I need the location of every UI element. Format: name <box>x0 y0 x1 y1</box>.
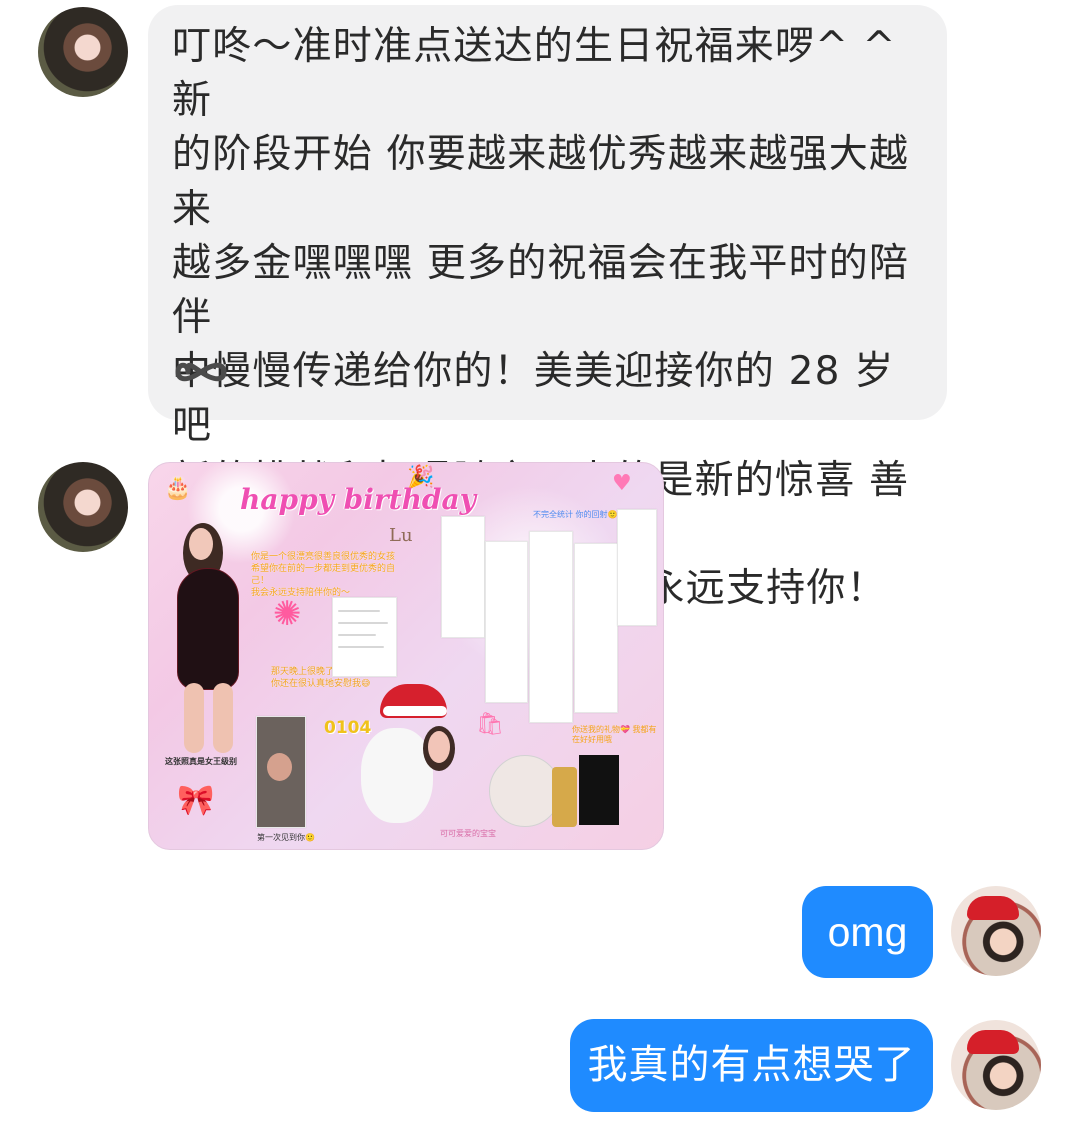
my-avatar-top[interactable] <box>951 886 1041 976</box>
heart-wings-icon: ♥ <box>612 471 632 496</box>
outgoing-message-cry[interactable]: 我真的有点想哭了 <box>570 1019 933 1112</box>
friend-avatar-bottom[interactable] <box>38 462 128 552</box>
birthday-image-card[interactable]: 🎂 🎉 ♥ happy birthday Lu 你是一个很漂亮很善良很优秀的女孩… <box>148 462 664 850</box>
outgoing-message-text: 我真的有点想哭了 <box>587 1042 916 1088</box>
first-meet-photo <box>256 716 306 828</box>
my-avatar-bottom[interactable] <box>951 1020 1041 1110</box>
santa-dog-photo <box>356 684 466 849</box>
card-name: Lu <box>389 525 413 546</box>
outgoing-message-omg[interactable]: omg <box>802 886 933 978</box>
left-photo-caption: 这张照真是女王级别 <box>165 757 237 766</box>
fireworks-icon: ✺ <box>273 594 302 634</box>
first-meet-caption: 第一次见到你🙂 <box>257 833 315 842</box>
chat-screenshot-small <box>332 597 397 677</box>
infinity-icon <box>175 362 227 382</box>
santa-hat-icon <box>967 1030 1019 1054</box>
outgoing-message-text: omg <box>827 909 908 955</box>
model-photo <box>149 523 261 753</box>
cake-icon: 🎂 <box>164 476 192 501</box>
santa-hat-icon <box>967 896 1019 920</box>
greeting-note: 你是一个很漂亮很善良很优秀的女孩 希望你在前的一步都走到更优秀的自己！ 我会永远… <box>251 552 396 598</box>
bow-icon: 🎀 <box>177 783 215 818</box>
chat-screenshot-collage <box>441 501 657 731</box>
gift-bag-icon: 🛍 <box>476 712 504 737</box>
friend-avatar-top[interactable] <box>38 7 128 97</box>
incoming-message-bubble[interactable]: 叮咚～准时准点送达的生日祝福来啰^ ^新 的阶段开始 你要越来越优秀越来越强大越… <box>148 5 947 611</box>
gift-photos <box>489 755 619 840</box>
